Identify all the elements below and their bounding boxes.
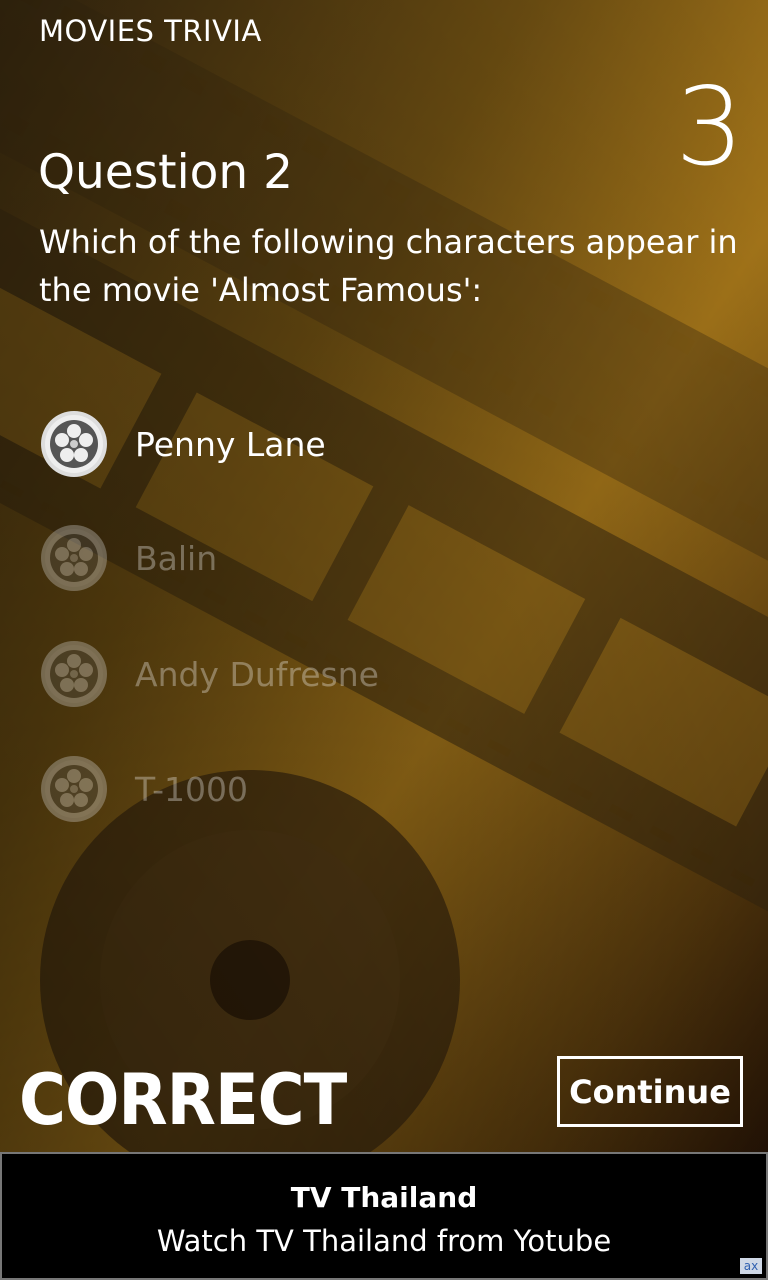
question-title: Question 2	[38, 145, 294, 200]
answer-label: T-1000	[135, 769, 249, 809]
score-counter: 3	[675, 65, 744, 190]
film-reel-icon	[41, 756, 107, 822]
ad-subtitle: Watch TV Thailand from Yotube	[156, 1224, 612, 1258]
result-label: CORRECT	[19, 1060, 347, 1142]
question-text: Which of the following characters appear…	[39, 223, 738, 309]
continue-button[interactable]: Continue	[557, 1056, 743, 1127]
answer-label: Penny Lane	[135, 424, 326, 464]
app-title: MOVIES TRIVIA	[39, 14, 262, 48]
ad-banner[interactable]: TV Thailand Watch TV Thailand from Yotub…	[0, 1152, 768, 1280]
film-reel-icon	[41, 525, 107, 591]
answer-option-1[interactable]: Penny Lane	[40, 408, 640, 480]
ad-badge-icon: ax	[740, 1258, 762, 1274]
film-reel-icon	[41, 641, 107, 707]
answer-label: Balin	[135, 538, 218, 578]
answer-label: Andy Dufresne	[135, 654, 379, 694]
answer-option-3[interactable]: Andy Dufresne	[40, 638, 640, 710]
answer-option-4[interactable]: T-1000	[40, 753, 640, 825]
ad-title: TV Thailand	[290, 1181, 478, 1214]
film-reel-icon	[41, 411, 107, 477]
answer-option-2[interactable]: Balin	[40, 522, 640, 594]
